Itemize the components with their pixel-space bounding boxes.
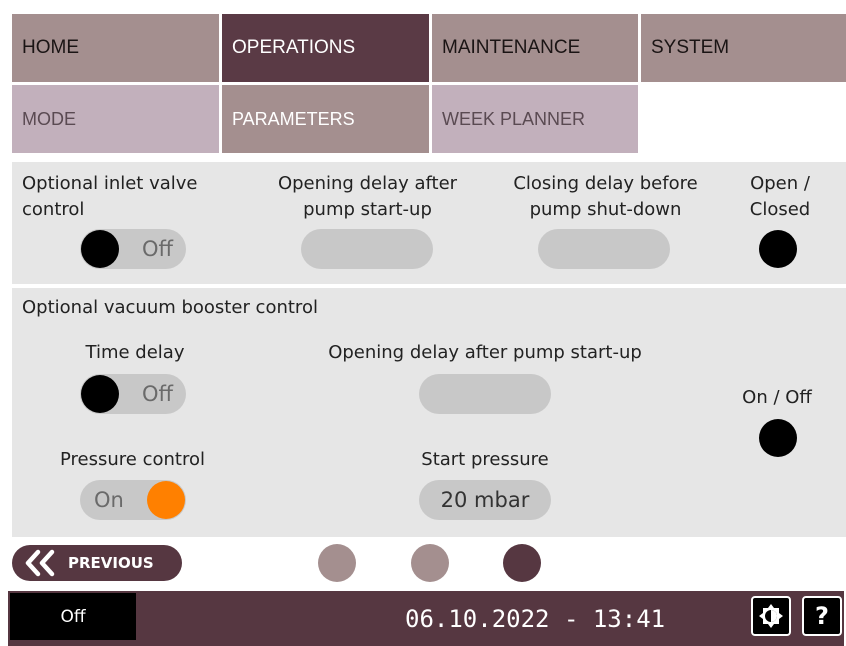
subtab-week-planner[interactable]: WEEK PLANNER — [432, 85, 638, 153]
subtab-mode[interactable]: MODE — [12, 85, 219, 153]
booster-opening-delay-label: Opening delay after pump start-up — [328, 342, 642, 363]
tab-operations-label: OPERATIONS — [232, 37, 356, 58]
toggle-knob — [147, 481, 185, 519]
subtab-parameters[interactable]: PARAMETERS — [222, 85, 429, 153]
booster-opening-delay-field[interactable] — [419, 374, 551, 414]
time-delay-toggle[interactable]: Off — [80, 374, 186, 414]
subtab-week-planner-label: WEEK PLANNER — [442, 108, 586, 129]
help-button[interactable]: ? — [802, 596, 842, 636]
on-off-label: On / Off — [742, 387, 812, 408]
subtab-mode-label: MODE — [22, 108, 76, 129]
time-delay-label: Time delay — [85, 342, 185, 363]
toggle-state-label: On — [94, 488, 124, 512]
pressure-control-label: Pressure control — [60, 449, 205, 470]
subtab-parameters-label: PARAMETERS — [232, 108, 355, 129]
on-off-indicator — [759, 419, 797, 457]
previous-button-label: PREVIOUS — [68, 554, 154, 572]
brightness-icon — [759, 604, 783, 628]
toggle-state-label: Off — [142, 237, 173, 261]
brightness-button[interactable] — [751, 596, 791, 636]
open-closed-indicator — [759, 230, 797, 268]
inlet-closing-delay-label: Closing delay before pump shut-down — [513, 173, 698, 220]
toggle-state-label: Off — [142, 382, 173, 406]
tab-system[interactable]: SYSTEM — [641, 14, 846, 82]
open-closed-label: Open / Closed — [749, 173, 811, 220]
page-dot-3[interactable] — [503, 544, 541, 582]
inlet-valve-control-label: Optional inlet valve control — [22, 173, 198, 220]
toggle-knob — [81, 230, 119, 268]
double-chevron-left-icon — [25, 549, 55, 577]
inlet-closing-delay-field[interactable] — [538, 229, 670, 269]
page-dot-2[interactable] — [411, 544, 449, 582]
toggle-knob — [81, 375, 119, 413]
tab-operations[interactable]: OPERATIONS — [222, 14, 429, 82]
help-icon: ? — [815, 602, 829, 630]
pressure-control-toggle[interactable]: On — [80, 480, 186, 520]
start-pressure-field[interactable]: 20 mbar — [419, 480, 551, 520]
start-pressure-label: Start pressure — [421, 449, 549, 470]
inlet-opening-delay-field[interactable] — [301, 229, 433, 269]
tab-home[interactable]: HOME — [12, 14, 219, 82]
inlet-opening-delay-label: Opening delay after pump start-up — [277, 173, 458, 220]
tab-home-label: HOME — [22, 37, 79, 58]
page-dot-1[interactable] — [318, 544, 356, 582]
date-time: 06.10.2022 - 13:41 — [405, 605, 666, 633]
tab-maintenance[interactable]: MAINTENANCE — [432, 14, 638, 82]
tab-maintenance-label: MAINTENANCE — [442, 37, 581, 58]
previous-button[interactable]: PREVIOUS — [12, 545, 182, 581]
inlet-valve-toggle[interactable]: Off — [80, 229, 186, 269]
status-indicator: Off — [10, 593, 136, 640]
tab-system-label: SYSTEM — [651, 37, 730, 58]
vacuum-booster-section-label: Optional vacuum booster control — [22, 297, 318, 318]
